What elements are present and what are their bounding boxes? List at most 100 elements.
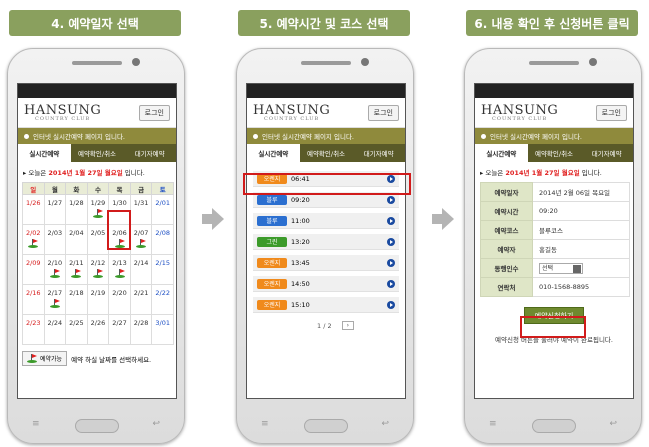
today-text: ▸ 오늘은 2014년 1월 27일 월요일 입니다. (23, 169, 145, 177)
calendar-day: 2/04 (65, 224, 88, 255)
tab-waitlist[interactable]: 대기자예약 (123, 144, 176, 162)
back-key-icon[interactable]: ↩ (381, 419, 389, 429)
play-arrow-icon[interactable] (387, 300, 395, 309)
calendar-day-label: 2/10 (47, 259, 63, 267)
home-button[interactable] (532, 419, 576, 433)
time-slot-row[interactable]: 오렌지 13:45 (253, 255, 399, 271)
hansung-logo[interactable]: HANSUNG COUNTRY CLUB (481, 103, 558, 122)
value-phone: 010-1568-8895 (532, 277, 630, 297)
value-time: 09:20 (532, 201, 630, 221)
calendar-day-label: 2/08 (155, 229, 170, 237)
calendar-day-label: 2/19 (90, 289, 106, 297)
course-badge: 블루 (257, 215, 287, 226)
site-header: HANSUNG COUNTRY CLUB 로그인 (18, 98, 176, 128)
golf-flag-icon (71, 269, 82, 278)
golf-flag-icon (92, 209, 103, 218)
label-time: 예약시간 (480, 201, 533, 221)
calendar-day-label: 2/24 (47, 319, 63, 327)
calendar-legend: 예약가능 예약 하실 날짜를 선택하세요. (22, 351, 172, 366)
pager-text: 1 / 2 (317, 321, 332, 330)
calendar-day-label: 2/09 (25, 259, 41, 267)
time-slot-row[interactable]: 그린 13:20 (253, 234, 399, 250)
calendar-day[interactable]: 2/07 (129, 224, 153, 255)
calendar-week: 1/26 1/27 1/28 1/29 1/30 1/31 2/01 (22, 194, 174, 225)
notice-dot-icon (24, 133, 29, 139)
tab-check-cancel[interactable]: 예약확인/취소 (71, 144, 124, 162)
login-button[interactable]: 로그인 (138, 104, 170, 121)
calendar-day: 2/03 (43, 224, 67, 255)
pager-next-button[interactable]: › (341, 321, 354, 330)
calendar-day-label: 2/12 (90, 259, 106, 267)
tab-check-cancel[interactable]: 예약확인/취소 (528, 144, 581, 162)
time-slot-row[interactable]: 오렌지 15:10 (253, 297, 399, 313)
calendar-day: 2/20 (108, 284, 131, 315)
label-course: 예약코스 (480, 220, 533, 240)
course-badge: 오렌지 (257, 257, 287, 268)
play-arrow-icon[interactable] (387, 195, 395, 204)
step-title-5: 5. 예약시간 및 코스 선택 (238, 10, 410, 36)
calendar-day[interactable]: 2/12 (86, 254, 110, 285)
calendar-day[interactable]: 2/17 (43, 284, 67, 315)
status-bar (18, 84, 176, 98)
arrow-right-icon-2-head (442, 208, 454, 230)
play-arrow-icon[interactable] (387, 237, 395, 246)
back-key-icon[interactable]: ↩ (152, 419, 160, 429)
calendar-day-label: 3/01 (155, 319, 170, 327)
phone-step-5: HANSUNG COUNTRY CLUB 로그인 인터넷 실시간예약 페이지 입니… (236, 48, 414, 444)
hansung-logo[interactable]: HANSUNG COUNTRY CLUB (24, 103, 101, 122)
calendar-day: 2/22 (151, 284, 174, 315)
tab-waitlist[interactable]: 대기자예약 (580, 144, 633, 162)
calendar-day: 2/18 (65, 284, 88, 315)
tab-realtime[interactable]: 실시간예약 (18, 144, 71, 162)
label-name: 예약자 (480, 239, 533, 259)
weekday-fri: 금 (129, 182, 153, 195)
tab-waitlist[interactable]: 대기자예약 (352, 144, 405, 162)
menu-key-icon[interactable]: ≡ (489, 419, 497, 429)
home-button[interactable] (304, 419, 348, 433)
login-button[interactable]: 로그인 (367, 104, 399, 121)
golf-flag-icon (27, 354, 37, 363)
calendar-day[interactable]: 2/02 (22, 224, 45, 255)
menu-key-icon[interactable]: ≡ (261, 419, 269, 429)
calendar-day-label: 2/05 (90, 229, 106, 237)
calendar-day[interactable]: 2/13 (108, 254, 131, 285)
tab-realtime[interactable]: 실시간예약 (475, 144, 528, 162)
golf-flag-icon (114, 269, 125, 278)
arrow-right-icon-2 (432, 214, 442, 224)
calendar-day: 2/25 (65, 314, 88, 345)
calendar-day: 2/01 (151, 194, 174, 225)
calendar-day[interactable]: 2/10 (43, 254, 67, 285)
apply-button-highlight (520, 316, 586, 338)
calendar-day-label: 2/28 (133, 319, 149, 327)
camera-icon (361, 58, 369, 66)
calendar-day[interactable]: 2/11 (65, 254, 88, 285)
tab-realtime[interactable]: 실시간예약 (247, 144, 300, 162)
play-arrow-icon[interactable] (387, 258, 395, 267)
play-arrow-icon[interactable] (387, 279, 395, 288)
calendar-day-label: 2/27 (112, 319, 127, 327)
slot-time: 11:00 (291, 216, 310, 225)
companions-select[interactable]: 선택 (539, 262, 583, 274)
slot-time: 13:45 (291, 258, 310, 267)
tab-check-cancel[interactable]: 예약확인/취소 (300, 144, 353, 162)
hansung-logo[interactable]: HANSUNG COUNTRY CLUB (253, 103, 330, 122)
calendar-week: 2/23 2/24 2/25 2/26 2/27 2/28 3/01 (22, 314, 174, 345)
calendar-day-label: 2/14 (133, 259, 149, 267)
weekday-wed: 수 (86, 182, 110, 195)
time-slot-row[interactable]: 오렌지 14:50 (253, 276, 399, 292)
calendar-day: 1/26 (22, 194, 45, 225)
companions-cell: 선택 (532, 258, 630, 278)
time-slot-row[interactable]: 블루 11:00 (253, 213, 399, 229)
play-arrow-icon[interactable] (387, 216, 395, 225)
speaker (529, 61, 579, 65)
golf-flag-icon (92, 269, 103, 278)
calendar-day: 1/28 (65, 194, 88, 225)
calendar-day-label: 1/31 (133, 199, 149, 207)
calendar-day[interactable]: 1/29 (86, 194, 110, 225)
label-phone: 연락처 (480, 277, 533, 297)
home-button[interactable] (75, 419, 119, 433)
login-button[interactable]: 로그인 (595, 104, 627, 121)
calendar-day-label: 2/21 (133, 289, 149, 297)
menu-key-icon[interactable]: ≡ (32, 419, 40, 429)
back-key-icon[interactable]: ↩ (609, 419, 617, 429)
